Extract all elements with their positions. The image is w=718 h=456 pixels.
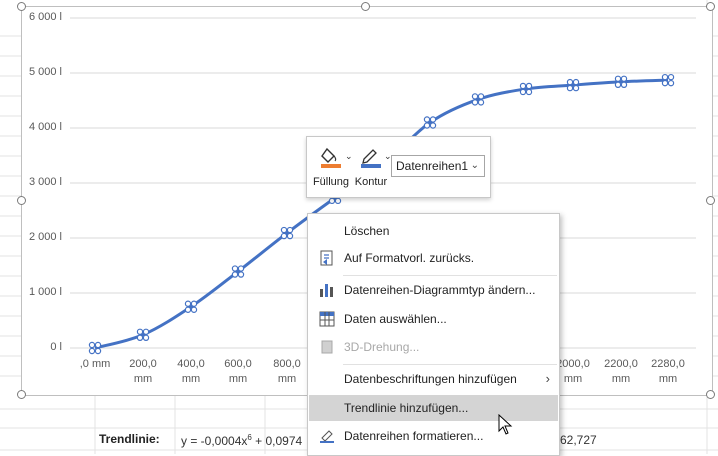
- menu-item-reset-style[interactable]: Auf Formatvorl. zurücks.: [309, 245, 558, 271]
- series-selector-dropdown[interactable]: Datenreihen1 ⌄: [391, 155, 485, 177]
- 3d-rotation-icon: [321, 340, 333, 354]
- menu-item-3d-rotation: 3D-Drehung...: [309, 334, 558, 360]
- y-axis-tick-label: 4 000 l: [28, 121, 62, 133]
- menu-item-add-trendline[interactable]: Trendlinie hinzufügen...: [309, 395, 558, 421]
- y-axis-tick-label: 5 000 l: [28, 66, 62, 78]
- y-axis-tick-label: 6 000 l: [28, 11, 62, 23]
- resize-handle-middle-left[interactable]: [17, 196, 26, 205]
- fill-label: Füllung: [312, 176, 350, 188]
- resize-handle-bottom-left[interactable]: [17, 390, 26, 399]
- series-selector-value: Datenreihen1: [396, 159, 469, 173]
- mouse-cursor-icon: [498, 414, 513, 435]
- reset-style-icon: [320, 250, 333, 266]
- resize-handle-top-middle[interactable]: [361, 2, 370, 11]
- x-axis-tick-label: 2280,0 mm: [651, 358, 685, 385]
- y-axis-tick-label: 0 l: [50, 341, 62, 353]
- mini-format-toolbar: ⌄ Füllung ⌄ Kontur Datenreihen1 ⌄: [306, 136, 491, 198]
- menu-item-add-data-labels[interactable]: Datenbeschriftungen hinzufügen ›: [309, 366, 558, 392]
- trendline-label-cell: Trendlinie:: [99, 432, 160, 446]
- trendline-formula-tail: 62,727: [560, 433, 597, 447]
- menu-separator: [343, 364, 557, 365]
- y-axis-tick-label: 1 000 l: [28, 286, 62, 298]
- select-data-icon: [319, 311, 335, 327]
- resize-handle-bottom-right[interactable]: [706, 390, 715, 399]
- submenu-arrow-icon: ›: [545, 371, 550, 386]
- fill-button[interactable]: ⌄ Füllung: [311, 141, 353, 191]
- chart-type-icon: [320, 284, 333, 297]
- resize-handle-top-left[interactable]: [17, 2, 26, 11]
- outline-button[interactable]: ⌄ Kontur: [351, 141, 392, 191]
- chevron-down-icon: ⌄: [470, 160, 479, 171]
- format-series-icon: [320, 430, 334, 443]
- menu-item-change-chart-type[interactable]: Datenreihen-Diagrammtyp ändern...: [309, 277, 558, 303]
- menu-item-delete[interactable]: Löschen: [309, 218, 558, 244]
- menu-item-select-data[interactable]: Daten auswählen...: [309, 306, 558, 332]
- trendline-formula-cell: y = -0,0004x6 + 0,0974: [181, 433, 303, 448]
- resize-handle-top-right[interactable]: [706, 2, 715, 11]
- y-axis-tick-label: 2 000 l: [28, 231, 62, 243]
- context-menu: Löschen Auf Formatvorl. zurücks. Datenre…: [307, 213, 560, 456]
- menu-item-format-series[interactable]: Datenreihen formatieren...: [309, 423, 558, 449]
- menu-separator: [343, 275, 557, 276]
- paint-bucket-icon: [321, 147, 341, 168]
- resize-handle-middle-right[interactable]: [706, 196, 715, 205]
- pen-outline-icon: [361, 149, 381, 168]
- y-axis-tick-label: 3 000 l: [28, 176, 62, 188]
- outline-label: Kontur: [354, 176, 388, 188]
